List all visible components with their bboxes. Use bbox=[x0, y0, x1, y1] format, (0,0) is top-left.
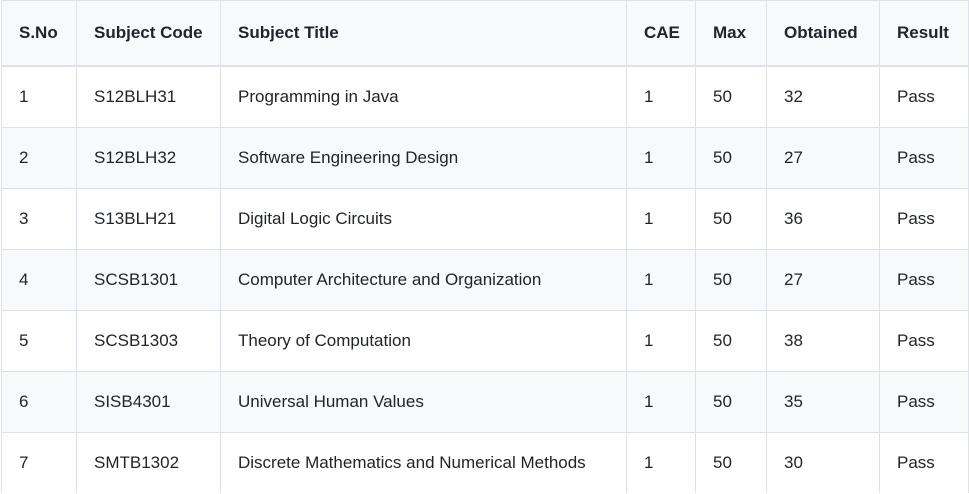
cell-cae: 1 bbox=[626, 65, 696, 128]
header-subject-title: Subject Title bbox=[220, 0, 627, 67]
cell-cae: 1 bbox=[626, 432, 696, 493]
table-row: 6 SISB4301 Universal Human Values 1 50 3… bbox=[1, 371, 969, 433]
table-row: 1 S12BLH31 Programming in Java 1 50 32 P… bbox=[1, 65, 969, 128]
table-header-row: S.No Subject Code Subject Title CAE Max … bbox=[1, 0, 969, 67]
cell-subject-title: Universal Human Values bbox=[220, 371, 627, 433]
cell-sno: 1 bbox=[1, 65, 77, 128]
cell-max: 50 bbox=[695, 127, 767, 189]
cell-subject-title: Theory of Computation bbox=[220, 310, 627, 372]
cell-obtained: 38 bbox=[766, 310, 880, 372]
cell-max: 50 bbox=[695, 310, 767, 372]
table-row: 4 SCSB1301 Computer Architecture and Org… bbox=[1, 249, 969, 311]
cell-subject-code: S13BLH21 bbox=[76, 188, 221, 250]
cell-result: Pass bbox=[879, 188, 969, 250]
cell-sno: 6 bbox=[1, 371, 77, 433]
cell-subject-title: Software Engineering Design bbox=[220, 127, 627, 189]
table-row: 5 SCSB1303 Theory of Computation 1 50 38… bbox=[1, 310, 969, 372]
cell-subject-title: Discrete Mathematics and Numerical Metho… bbox=[220, 432, 627, 493]
header-cae: CAE bbox=[626, 0, 696, 67]
cell-subject-code: S12BLH32 bbox=[76, 127, 221, 189]
results-table: S.No Subject Code Subject Title CAE Max … bbox=[1, 0, 969, 493]
cell-subject-title: Programming in Java bbox=[220, 65, 627, 128]
cell-max: 50 bbox=[695, 371, 767, 433]
cell-obtained: 30 bbox=[766, 432, 880, 493]
cell-subject-code: SCSB1301 bbox=[76, 249, 221, 311]
cell-subject-title: Digital Logic Circuits bbox=[220, 188, 627, 250]
table-row: 7 SMTB1302 Discrete Mathematics and Nume… bbox=[1, 432, 969, 493]
cell-result: Pass bbox=[879, 127, 969, 189]
cell-max: 50 bbox=[695, 249, 767, 311]
table-row: 3 S13BLH21 Digital Logic Circuits 1 50 3… bbox=[1, 188, 969, 250]
cell-result: Pass bbox=[879, 432, 969, 493]
cell-cae: 1 bbox=[626, 249, 696, 311]
table-row: 2 S12BLH32 Software Engineering Design 1… bbox=[1, 127, 969, 189]
header-result: Result bbox=[879, 0, 969, 67]
cell-subject-code: SISB4301 bbox=[76, 371, 221, 433]
cell-result: Pass bbox=[879, 249, 969, 311]
cell-sno: 5 bbox=[1, 310, 77, 372]
cell-sno: 2 bbox=[1, 127, 77, 189]
cell-max: 50 bbox=[695, 188, 767, 250]
cell-subject-code: SMTB1302 bbox=[76, 432, 221, 493]
cell-sno: 3 bbox=[1, 188, 77, 250]
cell-subject-code: S12BLH31 bbox=[76, 65, 221, 128]
cell-max: 50 bbox=[695, 65, 767, 128]
cell-cae: 1 bbox=[626, 188, 696, 250]
cell-max: 50 bbox=[695, 432, 767, 493]
cell-result: Pass bbox=[879, 310, 969, 372]
cell-cae: 1 bbox=[626, 127, 696, 189]
header-obtained: Obtained bbox=[766, 0, 880, 67]
cell-obtained: 32 bbox=[766, 65, 880, 128]
header-max: Max bbox=[695, 0, 767, 67]
cell-obtained: 27 bbox=[766, 249, 880, 311]
cell-obtained: 27 bbox=[766, 127, 880, 189]
cell-result: Pass bbox=[879, 65, 969, 128]
cell-cae: 1 bbox=[626, 310, 696, 372]
cell-sno: 4 bbox=[1, 249, 77, 311]
header-subject-code: Subject Code bbox=[76, 0, 221, 67]
cell-obtained: 35 bbox=[766, 371, 880, 433]
cell-subject-code: SCSB1303 bbox=[76, 310, 221, 372]
cell-result: Pass bbox=[879, 371, 969, 433]
cell-cae: 1 bbox=[626, 371, 696, 433]
cell-sno: 7 bbox=[1, 432, 77, 493]
header-sno: S.No bbox=[1, 0, 77, 67]
cell-obtained: 36 bbox=[766, 188, 880, 250]
cell-subject-title: Computer Architecture and Organization bbox=[220, 249, 627, 311]
